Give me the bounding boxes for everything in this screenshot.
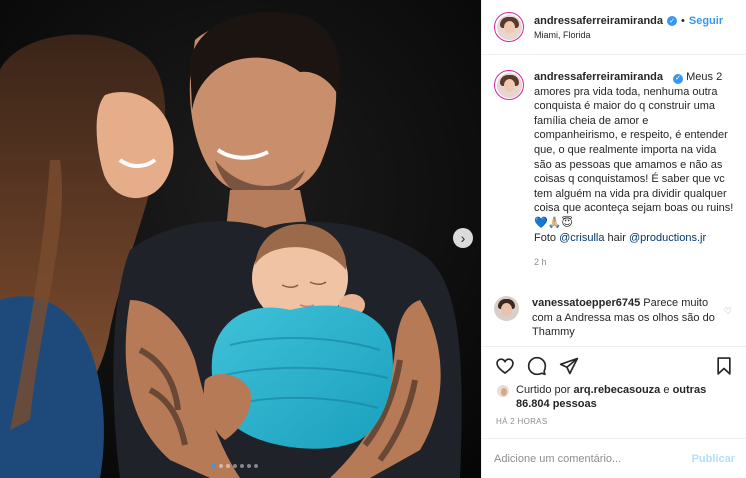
post-header: andressaferreiramiranda ✓ • Seguir Miami… (482, 0, 746, 55)
carousel-dot (219, 464, 223, 468)
liker-avatar[interactable] (496, 384, 510, 398)
post-actions: Curtido por arq.rebecasouza e outras 86.… (482, 346, 746, 438)
post-side-panel: andressaferreiramiranda ✓ • Seguir Miami… (481, 0, 746, 478)
author-username[interactable]: andressaferreiramiranda (534, 15, 663, 27)
caption-mention[interactable]: @productions.jr (629, 232, 706, 244)
liker-username[interactable]: arq.rebecasouza (573, 384, 660, 396)
verified-badge-icon: ✓ (673, 74, 684, 85)
chevron-right-icon: › (460, 230, 466, 246)
instagram-post: › andressaferreiramiranda ✓ • Seguir Mia… (0, 0, 746, 478)
comment-item: vanessatoepper6745 Parece muito com a An… (494, 296, 740, 340)
save-bookmark-icon[interactable] (713, 355, 735, 377)
verified-badge-icon: ✓ (667, 15, 678, 26)
post-caption: andressaferreiramiranda ✓ Meus 2 amores … (494, 70, 740, 270)
follow-button[interactable]: Seguir (689, 15, 723, 27)
comment-bubble-icon[interactable] (526, 355, 548, 377)
carousel-dot (226, 464, 230, 468)
caption-author-avatar[interactable] (494, 70, 524, 100)
separator: • (681, 14, 685, 27)
commenter-avatar[interactable] (494, 296, 519, 321)
commenter-username[interactable]: vanessatoepper6745 (532, 297, 640, 309)
share-paper-plane-icon[interactable] (558, 355, 580, 377)
post-location[interactable]: Miami, Florida (534, 30, 723, 40)
family-photo (0, 0, 481, 478)
post-timestamp[interactable]: HÁ 2 HORAS (496, 417, 547, 426)
likes-summary: Curtido por arq.rebecasouza e outras 86.… (496, 383, 736, 411)
next-photo-button[interactable]: › (453, 228, 473, 248)
carousel-dot (247, 464, 251, 468)
caption-mention[interactable]: @crisulla (559, 232, 604, 244)
caption-credit-prefix: Foto (534, 231, 557, 244)
publish-button[interactable]: Publicar (692, 453, 735, 465)
carousel-dot (240, 464, 244, 468)
comment-input[interactable] (494, 452, 692, 465)
likes-prefix: Curtido por (516, 384, 571, 396)
carousel-dot (254, 464, 258, 468)
caption-username[interactable]: andressaferreiramiranda (534, 71, 663, 83)
caption-text: Meus 2 amores pra vida toda, nenhuma out… (534, 71, 734, 229)
caption-credit-mid: hair (607, 231, 626, 244)
author-avatar[interactable] (494, 12, 524, 42)
post-media[interactable]: › (0, 0, 481, 478)
likes-middle: e (663, 384, 670, 396)
caption-timestamp[interactable]: 2 h (534, 255, 734, 270)
comment-like-heart-icon[interactable]: ♡ (724, 306, 732, 317)
like-heart-icon[interactable] (494, 355, 516, 377)
carousel-indicator (212, 464, 258, 468)
action-icons (494, 355, 735, 377)
add-comment-bar: Publicar (482, 438, 746, 478)
carousel-dot (233, 464, 237, 468)
carousel-dot (212, 464, 216, 468)
